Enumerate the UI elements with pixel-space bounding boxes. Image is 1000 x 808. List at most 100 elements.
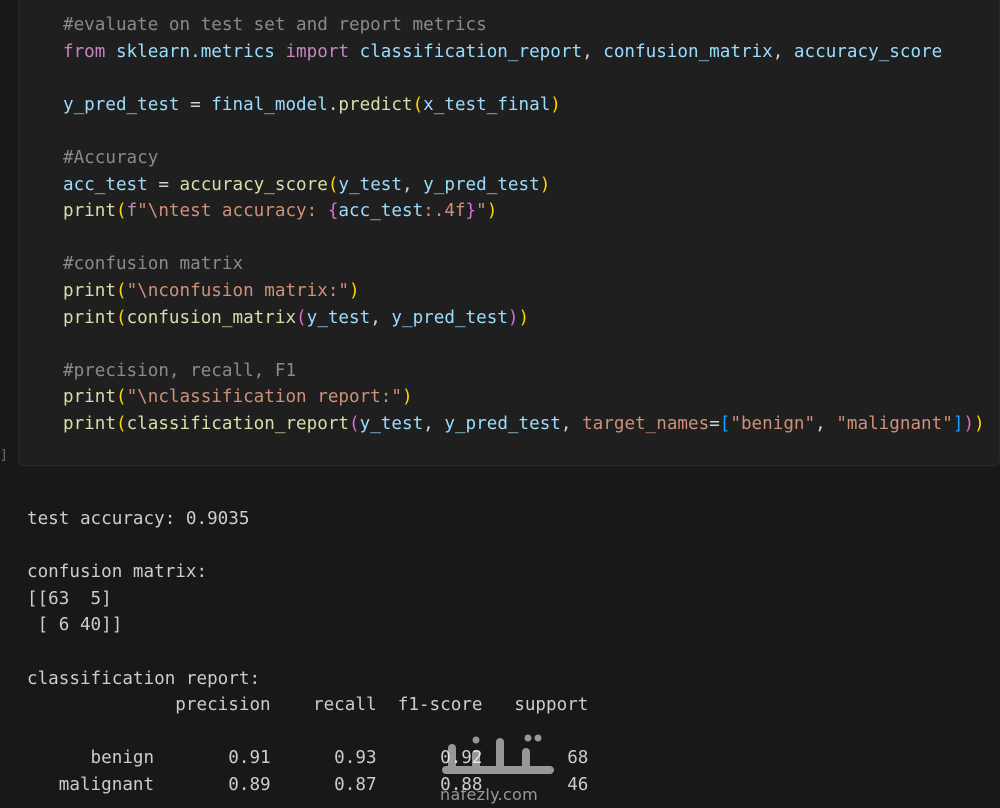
- output-line: [ 6 40]]: [27, 615, 123, 636]
- output-line: [[63 5]: [27, 588, 112, 609]
- code-token: (: [327, 174, 339, 195]
- code-token: print: [63, 307, 116, 328]
- code-editor[interactable]: #evaluate on test set and report metrics…: [63, 12, 1000, 438]
- code-token: print: [63, 201, 116, 222]
- code-token: ,: [423, 413, 445, 434]
- code-token: final_model: [211, 94, 328, 115]
- code-line[interactable]: from sklearn.metrics import classificati…: [63, 39, 1000, 66]
- code-token: #Accuracy: [63, 147, 159, 168]
- code-token: predict: [338, 94, 413, 115]
- code-token: ): [974, 413, 985, 434]
- code-token: ,: [560, 413, 583, 434]
- code-line[interactable]: y_pred_test = final_model.predict(x_test…: [63, 92, 1000, 119]
- code-token: ": [476, 201, 487, 222]
- code-token: y_pred_test: [391, 307, 508, 328]
- code-token: ): [349, 280, 360, 301]
- code-token: acc_test: [338, 201, 424, 222]
- code-token: {: [327, 201, 339, 222]
- code-token: x_test_final: [423, 94, 551, 115]
- nafezly-logo-icon: [442, 734, 554, 774]
- code-token: =: [158, 174, 180, 195]
- code-line[interactable]: [63, 225, 1000, 252]
- code-token: y_test: [338, 174, 402, 195]
- code-token: y_test: [359, 413, 424, 434]
- code-token: confusion_matrix: [603, 41, 773, 62]
- code-token: from: [63, 41, 116, 62]
- code-line[interactable]: #evaluate on test set and report metrics: [63, 12, 1000, 39]
- code-token: }: [465, 201, 477, 222]
- code-token: :.4f: [423, 201, 466, 222]
- code-token: ): [507, 307, 519, 328]
- code-token: ]: [952, 413, 964, 434]
- code-token: #precision, recall, F1: [63, 360, 297, 381]
- code-line[interactable]: print(confusion_matrix(y_test, y_pred_te…: [63, 305, 1000, 332]
- output-line: classification report:: [27, 668, 261, 689]
- code-token: (: [412, 94, 424, 115]
- code-token: .: [327, 94, 339, 115]
- code-token: ): [963, 413, 975, 434]
- code-token: accuracy_score: [793, 41, 943, 62]
- code-token: ,: [370, 307, 392, 328]
- code-line[interactable]: [63, 331, 1000, 358]
- output-line: test accuracy: 0.9035: [27, 509, 250, 529]
- code-line[interactable]: #confusion matrix: [63, 251, 1000, 278]
- code-token: y_pred_test: [423, 174, 540, 195]
- code-token: ,: [772, 41, 794, 62]
- code-token: =: [190, 94, 212, 115]
- output-line: confusion matrix:: [27, 562, 208, 583]
- code-token: ): [539, 174, 551, 195]
- code-token: (: [115, 201, 127, 222]
- code-token: [: [719, 413, 731, 434]
- code-line[interactable]: #precision, recall, F1: [63, 358, 1000, 385]
- code-token: ): [401, 387, 413, 408]
- code-line[interactable]: [63, 118, 1000, 145]
- code-token: #evaluate on test set and report metrics: [63, 15, 487, 35]
- code-token: "\nconfusion matrix:": [126, 280, 350, 301]
- code-token: print: [63, 413, 116, 434]
- code-token: sklearn.metrics: [115, 41, 286, 62]
- code-token: accuracy_score: [179, 174, 328, 195]
- code-token: (: [349, 413, 360, 434]
- code-token: confusion_matrix: [126, 307, 297, 328]
- code-token: (: [115, 307, 127, 328]
- code-line[interactable]: acc_test = accuracy_score(y_test, y_pred…: [63, 172, 1000, 199]
- code-token: ): [518, 307, 530, 328]
- watermark-domain: nafezly.com: [440, 785, 539, 804]
- cell-execution-marker: ]: [0, 448, 8, 463]
- code-token: acc_test: [63, 174, 159, 195]
- code-token: =: [709, 413, 720, 434]
- code-token: (: [115, 387, 127, 408]
- code-token: ,: [401, 174, 424, 195]
- code-token: y_pred_test: [444, 413, 561, 434]
- code-token: (: [115, 413, 127, 434]
- code-line[interactable]: print("\nconfusion matrix:"): [63, 278, 1000, 305]
- code-token: #confusion matrix: [63, 254, 244, 275]
- code-token: "\ntest accuracy:: [137, 201, 328, 222]
- code-token: "benign": [730, 413, 816, 434]
- code-token: (: [115, 280, 127, 301]
- code-token: print: [63, 280, 116, 301]
- code-token: y_test: [306, 307, 371, 328]
- output-line: precision recall f1-score support: [27, 695, 589, 716]
- code-line[interactable]: #Accuracy: [63, 145, 1000, 172]
- code-token: target_names: [582, 413, 710, 434]
- code-line[interactable]: [63, 65, 1000, 92]
- nafezly-watermark: nafezly.com: [438, 730, 558, 808]
- code-token: classification_report: [126, 413, 350, 434]
- code-token: classification_report: [359, 41, 583, 62]
- code-token: y_pred_test: [63, 94, 191, 115]
- code-token: ,: [582, 41, 604, 62]
- code-line[interactable]: print(classification_report(y_test, y_pr…: [63, 411, 1000, 438]
- code-token: "malignant": [836, 413, 953, 434]
- code-token: (: [296, 307, 307, 328]
- code-token: ): [486, 201, 498, 222]
- code-token: ): [550, 94, 561, 115]
- code-token: print: [63, 387, 116, 408]
- code-token: import: [285, 41, 360, 62]
- code-token: ,: [815, 413, 837, 434]
- code-line[interactable]: print("\nclassification report:"): [63, 384, 1000, 411]
- code-token: "\nclassification report:": [126, 387, 402, 408]
- code-line[interactable]: print(f"\ntest accuracy: {acc_test:.4f}"…: [63, 198, 1000, 225]
